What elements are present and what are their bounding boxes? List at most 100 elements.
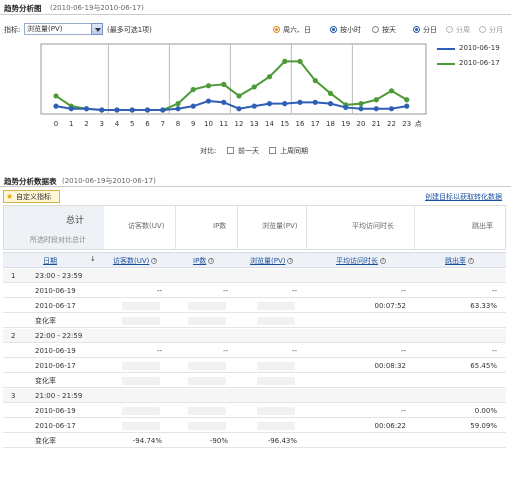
redacted-block (122, 377, 160, 385)
x-tick-label: 17 (311, 120, 320, 128)
series-point (373, 97, 379, 103)
x-tick-label: 1 (69, 120, 73, 128)
group-day-radio[interactable] (372, 26, 379, 33)
column-ip[interactable]: IP数 (193, 257, 206, 265)
redacted-block (257, 377, 295, 385)
table-row: 2010-06-17 00:08:32 65.45% (3, 359, 506, 373)
help-icon[interactable]: ? (468, 258, 474, 264)
redacted-block (257, 302, 295, 310)
summary-header-ip: IP数 (213, 222, 227, 230)
trend-subtitle: (2010-06-19与2010-06-17) (50, 4, 144, 12)
series-point (68, 106, 74, 112)
column-duration[interactable]: 平均访问时长 (336, 257, 378, 265)
series-point (251, 84, 257, 90)
x-tick-label: 6 (145, 120, 150, 128)
split-day-radio[interactable] (413, 26, 420, 33)
series-point (312, 99, 318, 105)
row-date: 2010-06-19 (35, 287, 76, 295)
series-point (236, 106, 242, 112)
x-tick-label: 21 (372, 120, 381, 128)
summary-total-sub: 所选时段对比总计 (30, 236, 86, 244)
group-row[interactable]: 3 21:00 - 21:59 (3, 389, 506, 403)
redacted-block (122, 407, 160, 415)
x-tick-label: 12 (235, 120, 244, 128)
compare-prev-day-checkbox[interactable] (227, 147, 234, 154)
redacted-block (122, 422, 160, 430)
split-month-radio[interactable] (479, 26, 486, 33)
x-tick-label: 5 (130, 120, 134, 128)
redacted-block (122, 302, 160, 310)
x-tick-label: 14 (265, 120, 274, 128)
summary-header-duration: 平均访问时长 (352, 222, 394, 230)
plot-frame (40, 43, 427, 115)
series-point (404, 103, 410, 109)
series-point (266, 101, 273, 107)
chevron-down-icon[interactable] (91, 23, 103, 35)
create-goal-link[interactable]: 创建目标以获取转化数据 (425, 192, 502, 202)
legend-line-blue (437, 48, 455, 50)
cell-dur: 00:07:52 (374, 302, 406, 310)
group-range: 21:00 - 21:59 (35, 392, 83, 400)
series-point (53, 103, 59, 109)
series-point (358, 106, 364, 112)
group-hour-label: 按小时 (340, 26, 361, 34)
cell-ip: -- (222, 287, 228, 295)
metric-select[interactable]: 浏览量(PV) (24, 23, 92, 35)
series-point (129, 107, 135, 113)
table-row: 变化率 (3, 314, 506, 328)
cell-dur: -- (400, 347, 406, 355)
summary-column-divider (237, 206, 238, 249)
cell-dur: 00:08:32 (374, 362, 406, 370)
group-row[interactable]: 1 23:00 - 23:59 (3, 269, 506, 283)
column-date[interactable]: 日期 (43, 256, 57, 266)
divider (0, 14, 511, 15)
day-type-radio[interactable] (273, 26, 280, 33)
split-week-radio[interactable] (446, 26, 453, 33)
series-point (327, 101, 334, 107)
cell-dur: 00:06:22 (374, 422, 406, 430)
series-point (343, 104, 349, 111)
help-icon[interactable]: ? (151, 258, 158, 264)
series-point (221, 81, 227, 87)
compare-prev-week-checkbox[interactable] (269, 147, 276, 154)
table-row: 变化率 -94.74% -90% -96.43% (3, 434, 506, 448)
sort-down-icon[interactable]: ↓ (90, 255, 96, 263)
group-range: 23:00 - 23:59 (35, 272, 83, 280)
series-point (175, 101, 181, 107)
table-row: 2010-06-19 -- -- -- -- -- (3, 344, 506, 358)
row-date: 变化率 (35, 317, 56, 325)
help-icon[interactable]: ? (380, 258, 386, 264)
legend-label-2: 2010-06-17 (459, 59, 500, 67)
redacted-block (257, 422, 295, 430)
metric-label: 指标: (4, 26, 21, 34)
series-point (266, 74, 273, 80)
group-row[interactable]: 2 22:00 - 22:59 (3, 329, 506, 343)
help-icon[interactable]: ? (208, 258, 215, 264)
cell-dur: -- (400, 407, 406, 415)
help-icon[interactable]: ? (287, 258, 294, 264)
series-point (358, 101, 364, 107)
series-point (99, 107, 105, 113)
column-uv[interactable]: 访客数(UV) (113, 257, 149, 265)
group-day-label: 按天 (382, 26, 396, 34)
series-point (297, 99, 303, 105)
group-hour-radio[interactable] (330, 26, 337, 33)
group-index: 1 (11, 272, 16, 280)
column-pv-wrap: 浏览量(PV)? (250, 256, 294, 266)
table-row: 2010-06-19 -- -- -- -- -- (3, 284, 506, 298)
column-pv[interactable]: 浏览量(PV) (250, 257, 285, 265)
table-row: 变化率 (3, 374, 506, 388)
x-tick-label: 10 (204, 120, 213, 128)
table-subtitle: (2010-06-19与2010-06-17) (62, 177, 156, 185)
column-ip-wrap: IP数? (193, 256, 215, 266)
summary-column-divider (306, 206, 307, 249)
summary-header-uv: 访客数(UV) (128, 222, 165, 230)
summary-header-bounce: 跳出率 (472, 222, 493, 230)
series-point (312, 77, 318, 84)
series-point (282, 101, 288, 107)
x-tick-label: 8 (176, 120, 180, 128)
custom-metric-button[interactable]: ★ 自定义指标 (3, 190, 60, 203)
row-date: 2010-06-19 (35, 407, 76, 415)
column-bounce[interactable]: 跳出率 (445, 257, 466, 265)
series-point (83, 106, 90, 112)
